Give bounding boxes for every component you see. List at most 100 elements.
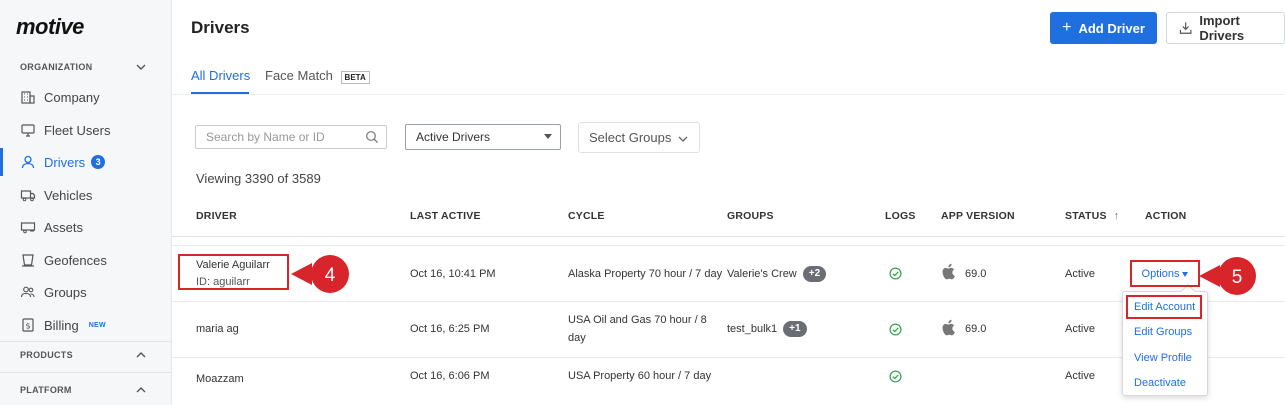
row-divider bbox=[172, 301, 1285, 302]
import-drivers-label: Import Drivers bbox=[1199, 13, 1245, 43]
sidebar-item-label: Assets bbox=[44, 219, 84, 235]
status: Active bbox=[1065, 268, 1095, 280]
check-circle-icon bbox=[889, 267, 902, 280]
count-badge: 3 bbox=[91, 155, 106, 169]
sidebar-item-label: Billing bbox=[44, 317, 79, 333]
add-driver-label: Add Driver bbox=[1078, 20, 1145, 36]
status: Active bbox=[1065, 323, 1095, 335]
sidebar-item-vehicles[interactable]: Vehicles bbox=[0, 181, 171, 209]
sidebar-item-label: Groups bbox=[44, 284, 87, 300]
caret-down-icon bbox=[544, 134, 552, 139]
cycle-line-1: USA Oil and Gas 70 hour / 8 bbox=[568, 314, 707, 326]
column-action: ACTION bbox=[1145, 210, 1187, 222]
step-4-number: 4 bbox=[325, 265, 336, 286]
cycle: Alaska Property 70 hour / 7 day bbox=[568, 268, 723, 280]
last-active: Oct 16, 10:41 PM bbox=[410, 268, 496, 280]
tab-face-match-label: Face Match bbox=[265, 68, 333, 83]
highlight-edit-account bbox=[1126, 295, 1202, 319]
apple-icon bbox=[942, 263, 955, 280]
column-logs[interactable]: LOGS bbox=[885, 210, 916, 222]
column-status[interactable]: STATUS ↑ bbox=[1065, 210, 1119, 222]
sidebar-item-label: Fleet Users bbox=[44, 122, 111, 138]
menu-item-view-profile[interactable]: View Profile bbox=[1134, 352, 1192, 364]
group-name[interactable]: Valerie's Crew bbox=[727, 268, 797, 280]
sidebar-item-geofences[interactable]: Geofences bbox=[0, 246, 171, 274]
group-name[interactable]: test_bulk1 bbox=[727, 323, 777, 335]
driver-name[interactable]: Moazzam bbox=[196, 371, 244, 387]
monitor-icon bbox=[20, 122, 36, 138]
chevron-up-icon[interactable] bbox=[134, 383, 148, 397]
app-version: 69.0 bbox=[965, 268, 987, 280]
app-version: 69.0 bbox=[965, 323, 987, 335]
menu-item-deactivate[interactable]: Deactivate bbox=[1134, 377, 1186, 389]
motive-logo[interactable]: motive bbox=[16, 14, 84, 40]
tab-face-match[interactable]: Face Match BETA bbox=[265, 68, 370, 84]
chevron-down-icon[interactable] bbox=[134, 60, 148, 74]
status: Active bbox=[1065, 370, 1095, 382]
viewing-count: Viewing 3390 of 3589 bbox=[196, 171, 321, 186]
row-divider bbox=[172, 357, 1285, 358]
apple-icon bbox=[942, 319, 955, 336]
sidebar-item-fleet-users[interactable]: Fleet Users bbox=[0, 116, 171, 144]
step-5-callout: 5 bbox=[1199, 257, 1256, 295]
sidebar-item-label: Geofences bbox=[44, 252, 107, 268]
sidebar-item-company[interactable]: Company bbox=[0, 83, 171, 111]
add-driver-button[interactable]: + Add Driver bbox=[1050, 12, 1157, 44]
truck-icon bbox=[20, 187, 36, 203]
search-placeholder: Search by Name or ID bbox=[206, 130, 325, 144]
search-icon[interactable] bbox=[365, 130, 379, 144]
page-title: Drivers bbox=[191, 18, 250, 37]
driver-name[interactable]: maria ag bbox=[196, 321, 239, 337]
plus-icon: + bbox=[1062, 19, 1072, 36]
search-input[interactable]: Search by Name or ID bbox=[195, 125, 387, 149]
row-divider bbox=[172, 245, 1285, 246]
last-active: Oct 16, 6:25 PM bbox=[410, 323, 490, 335]
more-groups-pill[interactable]: +1 bbox=[783, 321, 807, 338]
last-active: Oct 16, 6:06 PM bbox=[410, 370, 490, 382]
beta-badge: BETA bbox=[340, 71, 370, 84]
step-5-number: 5 bbox=[1232, 267, 1243, 288]
import-drivers-button[interactable]: Import Drivers bbox=[1166, 12, 1285, 44]
users-icon bbox=[20, 284, 36, 300]
svg-text:$: $ bbox=[25, 322, 30, 331]
column-last-active[interactable]: LAST ACTIVE bbox=[410, 210, 481, 222]
column-driver[interactable]: DRIVER bbox=[196, 210, 237, 222]
chevron-down-icon bbox=[678, 136, 688, 142]
groups-select[interactable]: Select Groups bbox=[578, 122, 700, 153]
highlight-driver-name bbox=[178, 254, 289, 290]
cycle-line-2: day bbox=[568, 332, 586, 344]
section-platform[interactable]: PLATFORM bbox=[20, 385, 72, 395]
sidebar-item-label: Company bbox=[44, 89, 100, 105]
cycle: USA Property 60 hour / 7 day bbox=[568, 370, 712, 382]
check-circle-icon bbox=[889, 370, 902, 383]
building-icon bbox=[20, 89, 36, 105]
sidebar: motive ORGANIZATION Company Fleet Users … bbox=[0, 0, 172, 405]
new-badge: NEW bbox=[88, 321, 106, 329]
table-header-divider bbox=[172, 236, 1285, 237]
import-icon bbox=[1179, 22, 1192, 34]
sidebar-item-billing[interactable]: $ Billing NEW bbox=[0, 311, 171, 339]
menu-item-edit-groups[interactable]: Edit Groups bbox=[1134, 326, 1192, 338]
dollar-icon: $ bbox=[20, 317, 36, 333]
column-groups[interactable]: GROUPS bbox=[727, 210, 774, 222]
sidebar-item-drivers[interactable]: Drivers 3 bbox=[0, 148, 171, 176]
column-app-version[interactable]: APP VERSION bbox=[941, 210, 1015, 222]
divider bbox=[0, 341, 171, 342]
chevron-up-icon[interactable] bbox=[134, 348, 148, 362]
tab-all-drivers[interactable]: All Drivers bbox=[191, 68, 250, 83]
sort-ascending-icon: ↑ bbox=[1113, 210, 1120, 222]
section-products[interactable]: PRODUCTS bbox=[20, 350, 73, 360]
highlight-options-button bbox=[1130, 260, 1200, 287]
tabs-divider bbox=[172, 94, 1285, 95]
sidebar-item-label: Vehicles bbox=[44, 187, 93, 203]
geofence-icon bbox=[20, 252, 36, 268]
sidebar-item-assets[interactable]: Assets bbox=[0, 213, 171, 241]
group-cell: Valerie's Crew +2 bbox=[727, 266, 827, 283]
more-groups-pill[interactable]: +2 bbox=[802, 266, 827, 283]
sidebar-item-groups[interactable]: Groups bbox=[0, 278, 171, 306]
driver-status-value: Active Drivers bbox=[416, 130, 491, 144]
group-cell: test_bulk1 +1 bbox=[727, 321, 807, 338]
column-cycle[interactable]: CYCLE bbox=[568, 210, 605, 222]
driver-status-select[interactable]: Active Drivers bbox=[405, 124, 561, 150]
section-organization[interactable]: ORGANIZATION bbox=[20, 62, 92, 72]
